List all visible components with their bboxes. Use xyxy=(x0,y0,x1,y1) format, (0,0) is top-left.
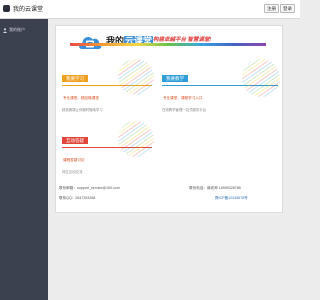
contact-phone: 联系电话：蒋老师 18959328788 xyxy=(189,186,241,190)
decorative-globe xyxy=(118,121,154,157)
sidebar-item-label: 我的账户 xyxy=(9,27,25,32)
section-note: 师生互动交流 xyxy=(62,170,83,174)
login-button[interactable]: 登录 xyxy=(280,4,295,13)
user-icon xyxy=(3,27,7,33)
app-brand[interactable]: 我的云课堂 xyxy=(3,4,43,13)
section-title: 我要学习 xyxy=(62,75,88,82)
slogan: 构建卓越平台 智慧课堂! xyxy=(153,37,212,43)
qa-link[interactable]: 课程答疑讨论 xyxy=(62,158,86,163)
section-title: 互动答疑 xyxy=(62,137,88,144)
app-logo-icon xyxy=(3,5,10,12)
teach-link[interactable]: 专业课堂、课程学习入口 xyxy=(162,96,204,101)
app-title: 我的云课堂 xyxy=(13,7,44,13)
rainbow-divider xyxy=(70,43,266,46)
section-title: 我要教学 xyxy=(162,75,188,82)
decorative-globe xyxy=(242,59,280,97)
top-bar: 我的云课堂 注册 登录 xyxy=(0,0,300,19)
study-link[interactable]: 专业课堂、精品微课堂 xyxy=(62,96,100,101)
contact-email: 联系邮箱：support_service@163.com xyxy=(59,186,120,190)
sidebar-item-account[interactable]: 我的账户 xyxy=(3,27,25,33)
section-note: 精品微课让你随时随地学习 xyxy=(62,108,103,112)
main-card: 我的云课堂 构建卓越平台 智慧课堂! 我要学习 专业课堂、精品微课堂 精品微课让… xyxy=(55,25,283,213)
icp-link[interactable]: 豫ICP备12345678号 xyxy=(215,196,248,201)
register-button[interactable]: 注册 xyxy=(264,4,279,13)
sidebar: 我的账户 xyxy=(0,19,48,300)
contact-qq: 联系QQ：2847393268 xyxy=(59,196,96,200)
decorative-globe xyxy=(118,59,154,95)
section-note: 在线教学管理一站式服务平台 xyxy=(162,108,207,112)
